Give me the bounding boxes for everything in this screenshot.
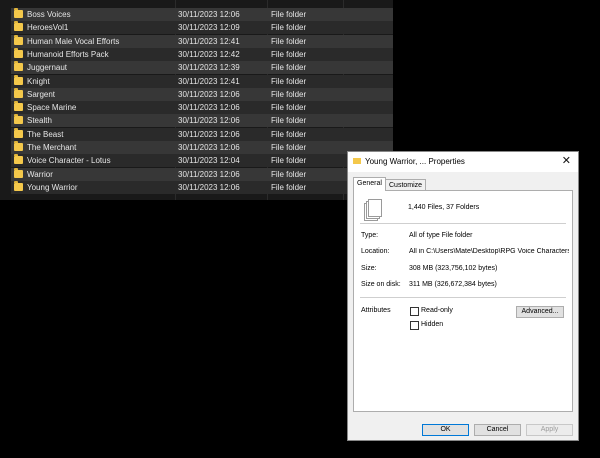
item-type: File folder	[271, 10, 307, 19]
folder-icon	[14, 34, 23, 45]
file-row[interactable]: The Merchant 30/11/2023 12:06 File folder	[11, 141, 393, 154]
item-type: File folder	[271, 63, 307, 73]
folder-icon	[14, 167, 23, 178]
tab-general[interactable]: General	[353, 177, 386, 191]
folder-name: Sargent	[27, 89, 56, 99]
date-modified: 30/11/2023 12:04	[178, 156, 240, 166]
selection-summary: 1,440 Files, 37 Folders	[408, 204, 480, 211]
date-modified: 30/11/2023 12:06	[178, 129, 240, 139]
file-row[interactable]: Space Marine 30/11/2023 12:06 File folder	[11, 101, 393, 115]
divider	[360, 223, 566, 224]
item-type: File folder	[271, 36, 307, 46]
folder-icon	[14, 127, 23, 138]
folder-name: Boss Voices	[27, 10, 71, 19]
apply-button[interactable]: Apply	[526, 424, 573, 436]
dialog-titlebar[interactable]: Young Warrior, ... Properties ✕	[348, 152, 578, 172]
folder-icon	[14, 114, 23, 125]
item-type: File folder	[271, 182, 307, 192]
file-row[interactable]: Juggernaut 30/11/2023 12:39 File folder	[11, 61, 393, 75]
file-row[interactable]: Boss Voices 30/11/2023 12:06 File folder	[11, 8, 393, 21]
folder-name: Juggernaut	[27, 63, 68, 73]
date-modified: 30/11/2023 12:42	[178, 49, 240, 59]
item-type: File folder	[271, 49, 307, 59]
folder-name: Young Warrior	[27, 182, 78, 192]
folder-icon	[14, 141, 23, 151]
date-modified: 30/11/2023 12:39	[178, 63, 240, 73]
folder-icon	[14, 74, 23, 85]
file-row[interactable]: The Beast 30/11/2023 12:06 File folder	[11, 127, 393, 141]
size-label: Size:	[361, 265, 377, 272]
item-type: File folder	[271, 89, 307, 99]
divider	[360, 297, 566, 298]
item-type: File folder	[271, 76, 307, 86]
folder-icon	[14, 87, 23, 98]
item-type: File folder	[271, 103, 307, 113]
folder-name: Warrior	[27, 169, 53, 179]
file-row[interactable]: Young Warrior 30/11/2023 12:06 File folder	[11, 180, 393, 194]
folder-name: Space Marine	[27, 103, 77, 113]
cancel-button[interactable]: Cancel	[474, 424, 521, 436]
folder-icon	[14, 180, 23, 191]
folder-icon	[14, 21, 23, 32]
item-type: File folder	[271, 156, 307, 166]
folder-icon	[14, 154, 23, 165]
file-row[interactable]: Stealth 30/11/2023 12:06 File folder	[11, 114, 393, 128]
file-row[interactable]: Knight 30/11/2023 12:41 File folder	[11, 74, 393, 88]
attributes-label: Attributes	[361, 307, 391, 314]
size-on-disk-value: 311 MB (326,672,384 bytes)	[409, 281, 497, 288]
file-row[interactable]: Human Male Vocal Efforts 30/11/2023 12:41…	[11, 34, 393, 48]
advanced-button[interactable]: Advanced...	[516, 306, 564, 318]
size-value: 308 MB (323,756,102 bytes)	[409, 265, 498, 272]
folder-name: Stealth	[27, 116, 52, 126]
general-panel: 1,440 Files, 37 Folders Type: All of typ…	[353, 190, 573, 412]
folder-name: Human Male Vocal Efforts	[27, 36, 120, 46]
folder-name: HeroesVol1	[27, 23, 69, 33]
file-row[interactable]: Voice Character - Lotus 30/11/2023 12:04 F…	[11, 154, 393, 168]
hidden-checkbox[interactable]	[410, 321, 419, 330]
folder-icon	[14, 61, 23, 72]
date-modified: 30/11/2023 12:06	[178, 169, 240, 179]
type-value: All of type File folder	[409, 232, 473, 239]
folder-name: Humanoid Efforts Pack	[27, 49, 109, 59]
location-label: Location:	[361, 248, 390, 255]
folder-name: Voice Character - Lotus	[27, 156, 111, 166]
folder-name: The Beast	[27, 129, 64, 139]
folder-name: Knight	[27, 76, 50, 86]
date-modified: 30/11/2023 12:06	[178, 103, 240, 113]
date-modified: 30/11/2023 12:06	[178, 143, 240, 152]
folder-name: The Merchant	[27, 143, 77, 152]
type-label: Type:	[361, 232, 379, 239]
folder-icon	[14, 8, 23, 18]
date-modified: 30/11/2023 12:06	[178, 116, 240, 126]
folder-icon	[14, 101, 23, 112]
date-modified: 30/11/2023 12:06	[178, 89, 240, 99]
date-modified: 30/11/2023 12:41	[178, 36, 240, 46]
file-row[interactable]: HeroesVol1 30/11/2023 12:09 File folder	[11, 21, 393, 35]
file-row[interactable]: Sargent 30/11/2023 12:06 File folder	[11, 87, 393, 101]
readonly-label[interactable]: Read-only	[421, 307, 453, 314]
file-row[interactable]: Humanoid Efforts Pack 30/11/2023 12:42 Fil…	[11, 47, 393, 61]
size-on-disk-label: Size on disk:	[361, 281, 401, 288]
ok-button[interactable]: OK	[422, 424, 469, 436]
multiple-files-icon	[364, 199, 382, 221]
file-row[interactable]: Warrior 30/11/2023 12:06 File folder	[11, 167, 393, 181]
hidden-label[interactable]: Hidden	[421, 321, 443, 328]
item-type: File folder	[271, 169, 307, 179]
item-type: File folder	[271, 143, 307, 152]
properties-dialog: Young Warrior, ... Properties ✕ General …	[347, 151, 579, 441]
location-value: All in C:\Users\Mate\Desktop\RPG Voice C…	[409, 248, 569, 255]
item-type: File folder	[271, 116, 307, 126]
close-icon[interactable]: ✕	[562, 155, 571, 167]
folder-icon	[353, 158, 361, 164]
item-type: File folder	[271, 23, 307, 33]
date-modified: 30/11/2023 12:06	[178, 182, 240, 192]
readonly-checkbox[interactable]	[410, 307, 419, 316]
dialog-title: Young Warrior, ... Properties	[365, 157, 465, 166]
date-modified: 30/11/2023 12:41	[178, 76, 240, 86]
item-type: File folder	[271, 129, 307, 139]
folder-icon	[14, 47, 23, 58]
date-modified: 30/11/2023 12:06	[178, 10, 240, 19]
date-modified: 30/11/2023 12:09	[178, 23, 240, 33]
